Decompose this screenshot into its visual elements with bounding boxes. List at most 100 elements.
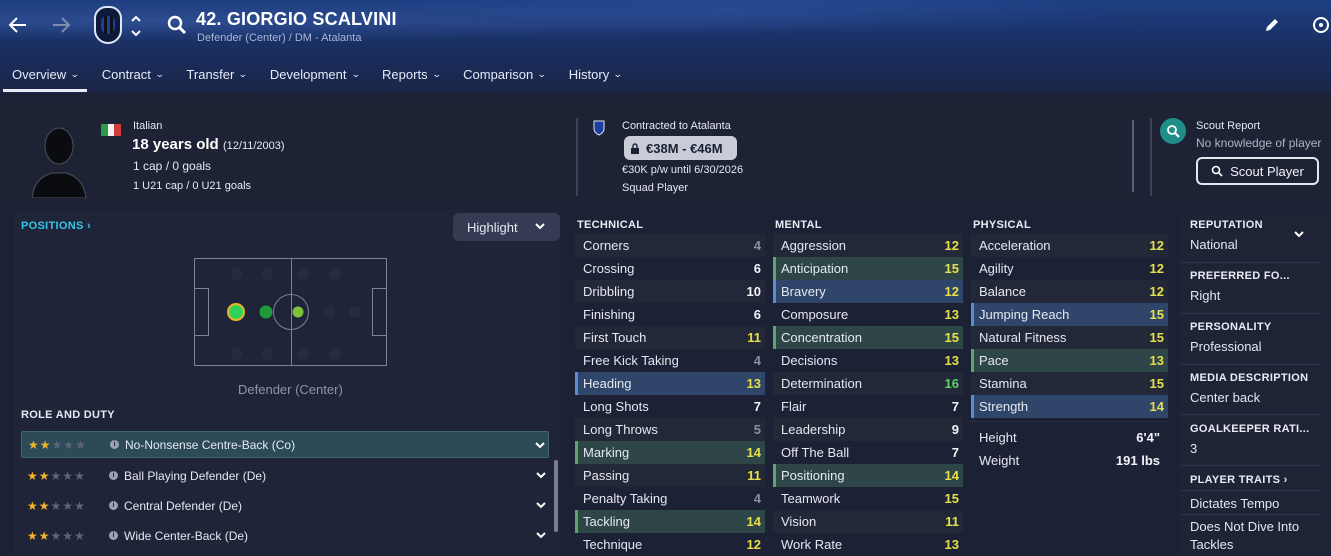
attribute-row[interactable]: Passing 11 [575, 464, 765, 487]
attribute-value: 12 [1149, 261, 1164, 276]
player-switch-arrows[interactable] [129, 12, 143, 40]
star-icon: ★ [62, 498, 74, 513]
media-description-value: Center back [1190, 390, 1261, 405]
tab-contract[interactable]: Contract ⌄ [90, 58, 175, 90]
pitch-position-dot [261, 268, 273, 280]
attribute-row[interactable]: Crossing 6 [575, 257, 765, 280]
attribute-row[interactable]: Stamina 15 [971, 372, 1168, 395]
attribute-row[interactable]: Corners 4 [575, 234, 765, 257]
goalkeeper-rating-value: 3 [1190, 441, 1198, 456]
attribute-value: 15 [1149, 307, 1164, 322]
attribute-name: Heading [583, 376, 632, 391]
attribute-name: Bravery [781, 284, 826, 299]
transfer-value-pill[interactable]: €38M - €46M [624, 136, 737, 160]
weight-label: Weight [979, 453, 1020, 468]
chevron-down-icon: ⌄ [431, 68, 442, 79]
reputation-value: National [1190, 237, 1238, 252]
scout-report-note: No knowledge of player [1196, 136, 1322, 150]
chevron-down-icon[interactable] [535, 499, 547, 511]
attribute-row[interactable]: Marking 14 [575, 441, 765, 464]
attribute-row[interactable]: Concentration 15 [773, 326, 963, 349]
attribute-name: Balance [979, 284, 1026, 299]
attribute-row[interactable]: Jumping Reach 15 [971, 303, 1168, 326]
technical-attributes: TECHNICAL Corners 4 Crossing 6 Dribbling 10 Fi… [575, 216, 765, 556]
personality-value: Professional [1190, 339, 1262, 354]
player-traits-heading[interactable]: PLAYER TRAITS › [1190, 474, 1288, 486]
tab-transfer[interactable]: Transfer ⌄ [174, 58, 257, 90]
attribute-row[interactable]: Technique 12 [575, 533, 765, 556]
attribute-row[interactable]: Long Throws 5 [575, 418, 765, 441]
attribute-row[interactable]: Penalty Taking 4 [575, 487, 765, 510]
attribute-row[interactable]: Vision 11 [773, 510, 963, 533]
attribute-row[interactable]: Natural Fitness 15 [971, 326, 1168, 349]
info-icon[interactable]: i [109, 501, 118, 510]
role-list-scrollbar[interactable] [554, 460, 558, 532]
chevron-right-icon: › [86, 220, 91, 232]
attribute-row[interactable]: Teamwork 15 [773, 487, 963, 510]
attribute-row[interactable]: First Touch 11 [575, 326, 765, 349]
search-button[interactable] [162, 10, 192, 40]
tab-reports[interactable]: Reports ⌄ [370, 58, 451, 90]
edit-button[interactable] [1257, 10, 1287, 40]
help-button[interactable] [1312, 10, 1331, 40]
attribute-value: 15 [1149, 330, 1164, 345]
star-icon: ★ [38, 468, 50, 483]
mental-rows: Aggression 12 Anticipation 15 Bravery 12 Compo… [773, 234, 963, 556]
forward-button[interactable] [46, 10, 76, 40]
role-item[interactable]: ★ ★ ★ ★ ★ i No-Nonsense Centre-Back (Co) [21, 431, 549, 458]
role-item[interactable]: ★ ★ ★ ★ ★ i Wide Center-Back (De) [21, 522, 549, 549]
info-icon[interactable]: i [109, 471, 118, 480]
attribute-row[interactable]: Pace 13 [971, 349, 1168, 372]
attribute-row[interactable]: Dribbling 10 [575, 280, 765, 303]
attribute-row[interactable]: Balance 12 [971, 280, 1168, 303]
chevron-down-icon[interactable] [535, 529, 547, 541]
club-crest-icon[interactable] [94, 6, 122, 44]
positions-heading[interactable]: POSITIONS › [21, 220, 91, 232]
divider [1181, 465, 1321, 466]
back-button[interactable] [3, 10, 33, 40]
role-item[interactable]: ★ ★ ★ ★ ★ i Central Defender (De) [21, 492, 549, 519]
attribute-row[interactable]: Strength 14 [971, 395, 1168, 418]
star-icon: ★ [74, 498, 85, 513]
highlight-dropdown[interactable]: Highlight [453, 213, 560, 241]
attribute-row[interactable]: Flair 7 [773, 395, 963, 418]
pitch-position-dot [323, 306, 335, 318]
attribute-value: 12 [1149, 238, 1164, 253]
attribute-row[interactable]: Composure 13 [773, 303, 963, 326]
attribute-row[interactable]: Acceleration 12 [971, 234, 1168, 257]
tab-overview[interactable]: Overview ⌄ [0, 58, 90, 92]
attribute-row[interactable]: Decisions 13 [773, 349, 963, 372]
tab-label: Contract [101, 66, 151, 82]
scout-player-button[interactable]: Scout Player [1196, 157, 1319, 185]
info-icon[interactable]: i [110, 440, 119, 449]
role-rating-stars: ★ ★ ★ ★ ★ [21, 469, 109, 483]
attribute-row[interactable]: Bravery 12 [773, 280, 963, 303]
tab-label: Overview [12, 66, 67, 82]
player-subtitle: Defender (Center) / DM - Atalanta [197, 32, 362, 44]
attribute-row[interactable]: Aggression 12 [773, 234, 963, 257]
attribute-row[interactable]: Tackling 14 [575, 510, 765, 533]
attribute-row[interactable]: Determination 16 [773, 372, 963, 395]
tab-development[interactable]: Development ⌄ [258, 58, 370, 90]
attribute-row[interactable]: Anticipation 15 [773, 257, 963, 280]
weight-row: Weight 191 lbs [971, 449, 1168, 472]
attribute-row[interactable]: Off The Ball 7 [773, 441, 963, 464]
chevron-down-icon[interactable] [1293, 228, 1305, 240]
role-item[interactable]: ★ ★ ★ ★ ★ i Ball Playing Defender (De) [21, 462, 549, 489]
attribute-value: 7 [951, 399, 959, 414]
tab-comparison[interactable]: Comparison ⌄ [451, 58, 557, 90]
attribute-row[interactable]: Finishing 6 [575, 303, 765, 326]
attribute-row[interactable]: Free Kick Taking 4 [575, 349, 765, 372]
chevron-down-icon[interactable] [534, 439, 546, 451]
attribute-row[interactable]: Agility 12 [971, 257, 1168, 280]
attribute-row[interactable]: Leadership 9 [773, 418, 963, 441]
attribute-row[interactable]: Heading 13 [575, 372, 765, 395]
role-rating-stars: ★ ★ ★ ★ ★ [21, 529, 109, 543]
chevron-down-icon[interactable] [535, 469, 547, 481]
media-description-heading: MEDIA DESCRIPTION [1190, 372, 1309, 384]
tab-history[interactable]: History ⌄ [557, 58, 633, 90]
attribute-row[interactable]: Long Shots 7 [575, 395, 765, 418]
info-icon[interactable]: i [109, 531, 118, 540]
attribute-row[interactable]: Work Rate 13 [773, 533, 963, 556]
attribute-row[interactable]: Positioning 14 [773, 464, 963, 487]
